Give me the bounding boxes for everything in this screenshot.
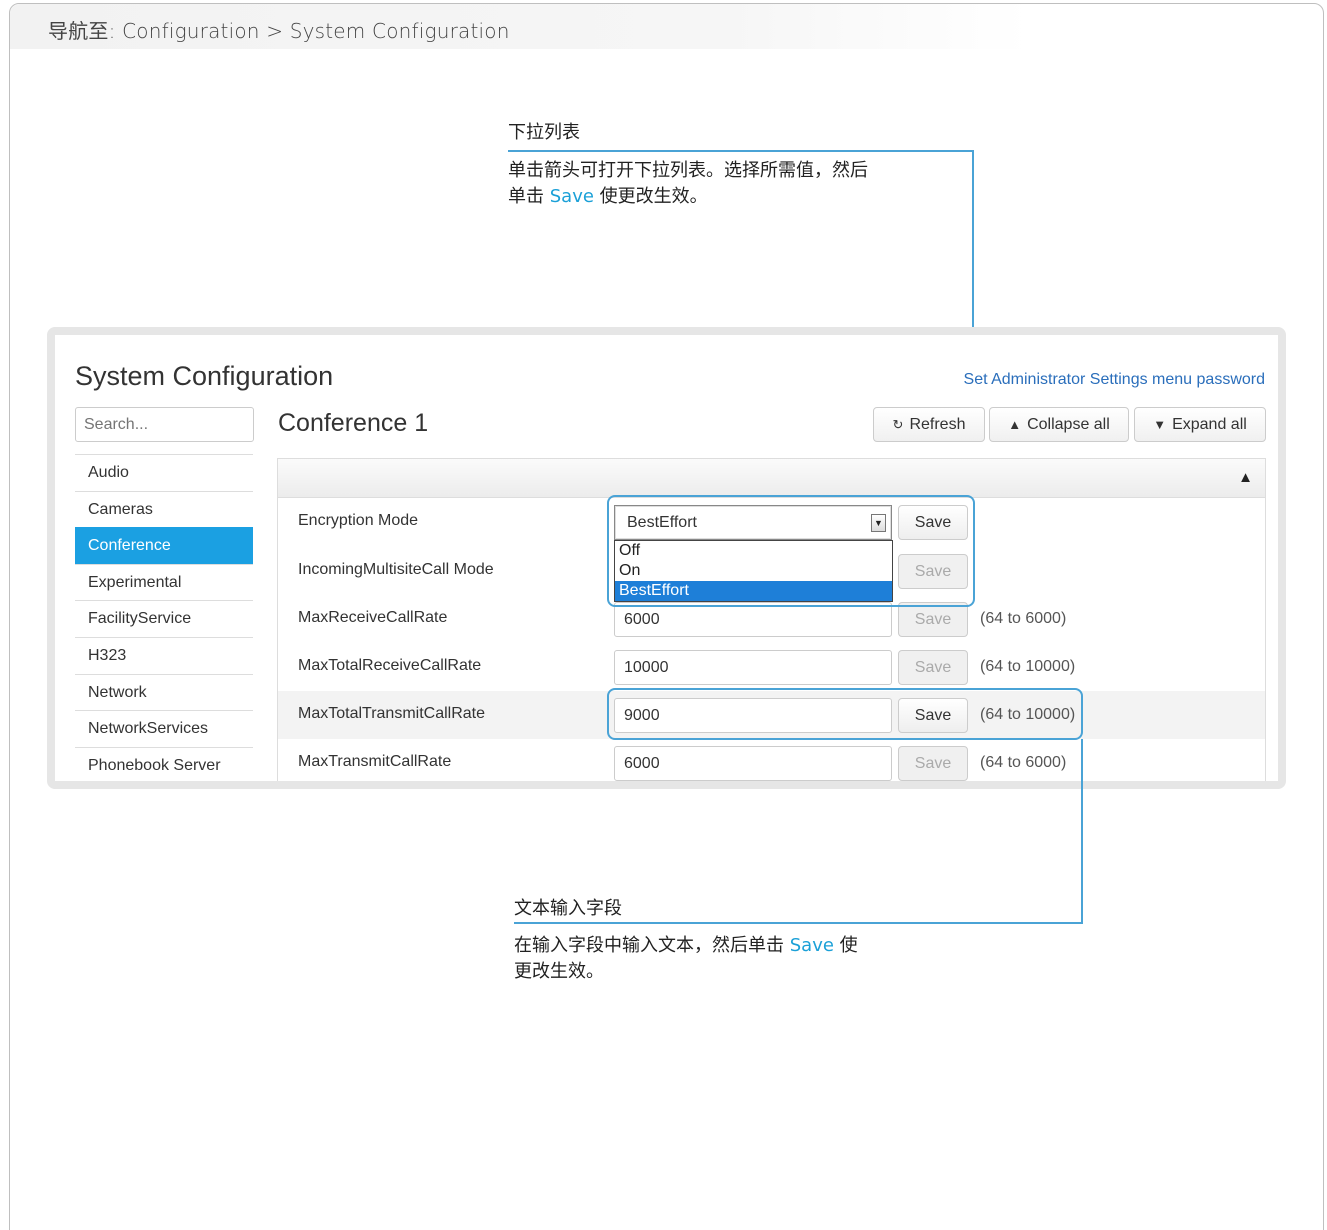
collapse-section-icon[interactable]: ▲ (1238, 469, 1253, 486)
section-title: Conference 1 (278, 409, 429, 437)
callout-dropdown-title: 下拉列表 (508, 122, 580, 143)
collapse-all-button[interactable]: ▲ Collapse all (989, 407, 1129, 442)
refresh-label: Refresh (909, 415, 966, 433)
sidebar: Audio Cameras Conference Experimental Facili… (75, 454, 253, 781)
refresh-button[interactable]: ↻ Refresh (873, 407, 985, 442)
callout-dropdown-line2: 单击 Save 使更改生效。 (508, 184, 868, 210)
callout-text-line2: 更改生效。 (514, 961, 604, 982)
sidebar-item-phonebook-server[interactable]: Phonebook Server (75, 746, 253, 781)
max-transmit-input[interactable]: 6000 (614, 746, 892, 781)
search-input[interactable] (75, 407, 254, 442)
setting-row-max-transmit: MaxTransmitCallRate 6000 Save (64 to 600… (278, 739, 1265, 781)
callout-text-rule (514, 922, 1083, 924)
setting-label: MaxTotalTransmitCallRate (298, 705, 486, 722)
sidebar-item-experimental[interactable]: Experimental (75, 563, 253, 601)
range-hint: (64 to 6000) (980, 610, 1067, 627)
sidebar-item-cameras[interactable]: Cameras (75, 490, 253, 528)
callout-text-connector (1081, 739, 1083, 924)
callout-dropdown-rule (508, 150, 974, 152)
callout-text-save-word: Save (789, 935, 834, 956)
callout-text-line1-post: 使 (833, 935, 858, 956)
sidebar-item-network[interactable]: Network (75, 673, 253, 711)
save-button[interactable]: Save (898, 602, 968, 637)
text-field-highlight-frame (607, 688, 1083, 740)
collapse-all-label: Collapse all (1027, 415, 1110, 433)
callout-dropdown-line2-pre: 单击 (508, 186, 550, 207)
refresh-icon: ↻ (892, 416, 904, 432)
setting-label: IncomingMultisiteCall Mode (298, 561, 494, 578)
setting-row-max-total-receive: MaxTotalReceiveCallRate 10000 Save (64 t… (278, 643, 1265, 691)
setting-label: MaxReceiveCallRate (298, 609, 448, 626)
sidebar-item-audio[interactable]: Audio (75, 454, 253, 491)
max-receive-input[interactable]: 6000 (614, 602, 892, 637)
chevron-down-icon: ▼ (1153, 417, 1167, 432)
dropdown-highlight-frame (607, 495, 975, 607)
max-total-receive-input[interactable]: 10000 (614, 650, 892, 685)
sidebar-item-facilityservice[interactable]: FacilityService (75, 600, 253, 637)
callout-dropdown-body: 单击箭头可打开下拉列表。选择所需值，然后 单击 Save 使更改生效。 (508, 158, 868, 210)
save-button[interactable]: Save (898, 746, 968, 781)
callout-text-line1-pre: 在输入字段中输入文本，然后单击 (514, 935, 790, 956)
section-header[interactable]: ▲ (278, 459, 1265, 498)
page-title: System Configuration (75, 361, 334, 391)
callout-text-line1: 在输入字段中输入文本，然后单击 Save 使 (514, 933, 858, 959)
nav-breadcrumb: 导航至: Configuration > System Configuratio… (48, 19, 510, 43)
range-hint: (64 to 6000) (980, 754, 1067, 771)
setting-label: MaxTotalReceiveCallRate (298, 657, 482, 674)
callout-text-title: 文本输入字段 (514, 898, 622, 919)
admin-password-link[interactable]: Set Administrator Settings menu password (964, 371, 1265, 389)
sidebar-item-networkservices[interactable]: NetworkServices (75, 710, 253, 747)
setting-label: MaxTransmitCallRate (298, 753, 452, 770)
sidebar-item-conference[interactable]: Conference (75, 527, 253, 564)
save-button[interactable]: Save (898, 650, 968, 685)
callout-dropdown-line2-post: 使更改生效。 (593, 186, 708, 207)
callout-dropdown-save-word: Save (549, 186, 594, 207)
callout-dropdown-line1: 单击箭头可打开下拉列表。选择所需值，然后 (508, 160, 868, 181)
setting-label: Encryption Mode (298, 512, 419, 529)
chevron-up-icon: ▲ (1008, 417, 1022, 432)
expand-all-label: Expand all (1172, 415, 1247, 433)
sidebar-item-h323[interactable]: H323 (75, 636, 253, 674)
expand-all-button[interactable]: ▼ Expand all (1134, 407, 1266, 442)
range-hint: (64 to 10000) (980, 658, 1076, 675)
callout-text-body: 在输入字段中输入文本，然后单击 Save 使 更改生效。 (514, 933, 858, 985)
